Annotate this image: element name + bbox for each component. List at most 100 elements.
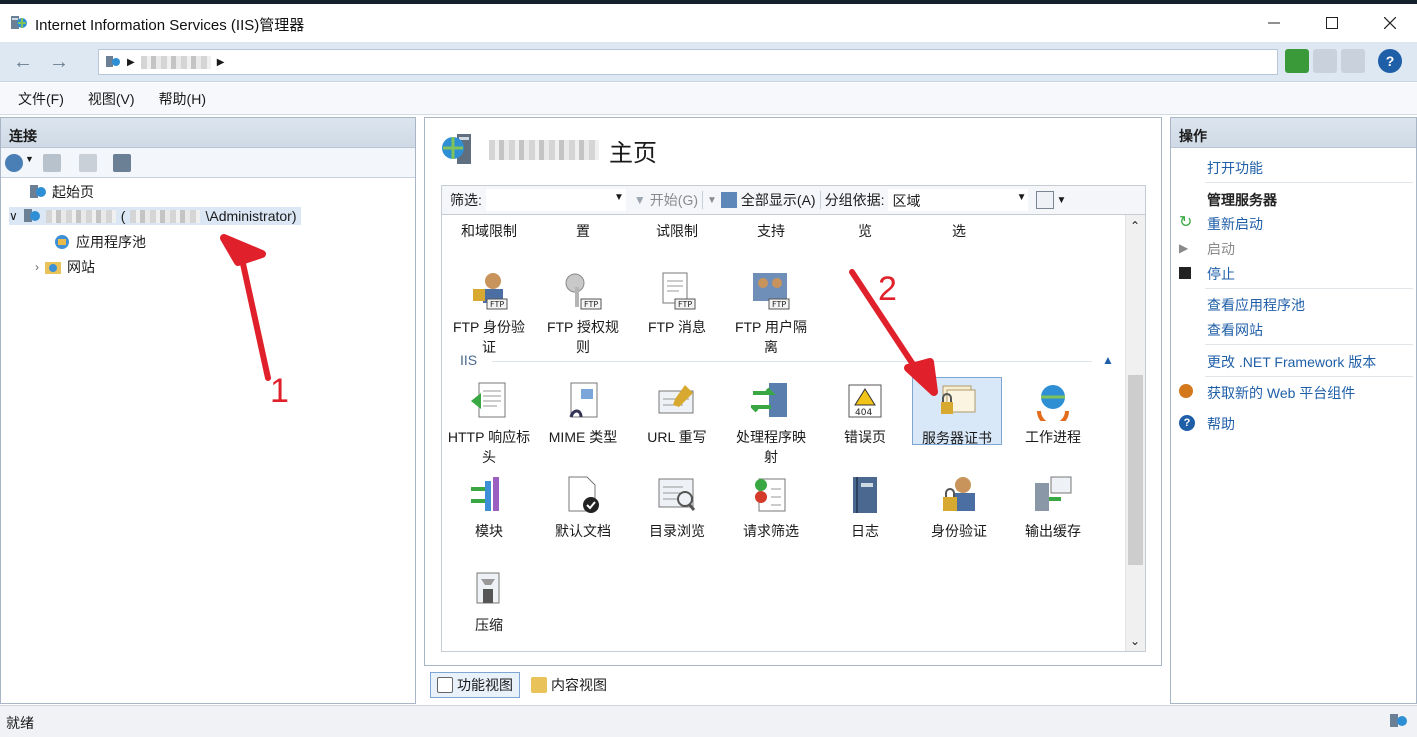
start-filter-button[interactable]: 开始(G) [650,190,698,210]
chevron-down-icon[interactable]: ▼ [25,154,34,172]
feature-url-rewrite[interactable]: URL 重写 [632,381,722,447]
view-mode-icon[interactable] [1036,191,1055,209]
feature-ftp-ssl[interactable]: 置 [538,221,628,241]
action-get-web-components[interactable]: 获取新的 Web 平台组件 [1207,383,1355,403]
chevron-down-icon[interactable]: ▼ [614,192,624,203]
vertical-scrollbar[interactable]: ⌃ ⌄ [1125,215,1145,651]
action-view-sites[interactable]: 查看网站 [1207,320,1263,340]
chevron-right-icon[interactable]: ▶ [127,57,135,68]
stop-icon[interactable] [1313,49,1337,73]
feature-ip-restrictions[interactable]: 和域限制 [444,221,534,241]
menu-file[interactable]: 文件(F) [18,89,64,109]
app-pool-icon [55,235,69,249]
feature-label: 请求筛选 [743,523,799,539]
status-bar: 就绪 [0,705,1417,737]
feature-modules[interactable]: 模块 [444,475,534,541]
minimize-button[interactable] [1246,4,1302,42]
feature-ftp-logon-attempt[interactable]: 试限制 [632,221,722,241]
feature-logging[interactable]: 日志 [820,475,910,541]
tree-item-sites[interactable]: › 网站 [35,257,95,277]
feature-handler-mappings[interactable]: 处理程序映射 [726,381,816,467]
connect-globe-icon[interactable] [5,154,23,172]
authentication-icon [939,475,979,515]
feature-request-filtering[interactable]: 请求筛选 [726,475,816,541]
tab-features-view[interactable]: 功能视图 [430,672,520,698]
feature-output-caching[interactable]: 输出缓存 [1008,475,1098,541]
output-caching-icon [1033,475,1073,515]
feature-ftp-authorization[interactable]: FTP FTP 授权规则 [538,271,628,357]
server-certificates-icon [937,382,977,422]
action-open-feature[interactable]: 打开功能 [1207,158,1263,178]
disconnect-icon[interactable] [113,154,131,172]
feature-label: 试限制 [656,223,698,239]
chevron-down-icon[interactable]: ▼ [1056,195,1066,206]
feature-label: FTP 用户隔 [734,319,808,335]
funnel-icon[interactable]: ▼ [634,193,646,207]
maximize-button[interactable] [1304,4,1360,42]
feature-worker-processes[interactable]: 工作进程 [1008,381,1098,447]
feature-directory-browsing[interactable]: 目录浏览 [632,475,722,541]
feature-ftp-messages[interactable]: FTP FTP 消息 [632,271,722,337]
chevron-right-icon[interactable]: ▶ [217,57,225,68]
feature-default-document[interactable]: 默认文档 [538,475,628,541]
svg-text:FTP: FTP [584,300,598,309]
feature-label: 目录浏览 [649,523,705,539]
back-arrow-icon[interactable]: ← [8,49,38,75]
action-start[interactable]: 启动 [1207,239,1235,259]
feature-ftp-request-filter[interactable]: 选 [914,221,1004,241]
tree-item-server[interactable]: ∨ ( \Administrator) [9,207,301,225]
chevron-down-icon[interactable]: ▼ [707,195,717,206]
feature-ftp-directory-browse[interactable]: 览 [820,221,910,241]
feature-ftp-firewall[interactable]: 支持 [726,221,816,241]
scrollbar-thumb[interactable] [1128,375,1143,565]
tree-label: 网站 [67,259,95,275]
tree-item-app-pools[interactable]: 应用程序池 [53,232,146,252]
home-icon[interactable] [1341,49,1365,73]
feature-error-pages[interactable]: 404 错误页 [820,381,910,447]
show-all-button[interactable]: 全部显示(A) [741,190,816,210]
feature-ftp-authentication[interactable]: FTP FTP 身份验证 [444,271,534,357]
refresh-icon[interactable] [1285,49,1309,73]
feature-label: 离 [764,339,778,355]
menu-view[interactable]: 视图(V) [88,89,135,109]
tree-label: 起始页 [52,184,94,200]
feature-server-certificates[interactable]: 服务器证书 [912,377,1002,446]
server-globe-icon [106,56,120,67]
feature-ftp-user-isolation[interactable]: FTP FTP 用户隔离 [726,271,816,357]
save-icon[interactable] [43,154,61,172]
chevron-down-icon[interactable]: ∨ [9,209,18,223]
chevron-up-icon[interactable]: ⌃ [1130,219,1140,233]
tree-item-start-page[interactable]: 起始页 [29,182,94,202]
chevron-down-icon[interactable]: ▼ [1017,192,1027,203]
feature-compression[interactable]: 压缩 [444,569,534,635]
status-text: 就绪 [6,715,34,731]
feature-authentication[interactable]: 身份验证 [914,475,1004,541]
menu-help[interactable]: 帮助(H) [159,89,206,109]
group-by-select[interactable]: 区域 ▼ [888,189,1029,211]
feature-label: URL 重写 [647,429,707,445]
close-button[interactable] [1362,4,1417,42]
tab-content-view[interactable]: 内容视图 [524,672,614,698]
action-change-net-framework[interactable]: 更改 .NET Framework 版本 [1207,352,1376,372]
start-page-icon [30,185,46,198]
feature-mime-types[interactable]: MIME 类型 [538,381,628,447]
feature-label: MIME 类型 [548,429,618,445]
chevron-down-icon[interactable]: ⌄ [1130,634,1140,648]
action-view-app-pools[interactable]: 查看应用程序池 [1207,295,1305,315]
forward-arrow-icon[interactable]: → [44,49,74,75]
chevron-right-icon[interactable]: › [35,260,39,274]
actions-panel: 操作 打开功能 管理服务器 ↻ 重新启动 ▶ 启动 停止 查看应用程序池 查看网… [1170,117,1417,704]
help-icon: ? [1179,415,1195,431]
section-iis-header: IIS [460,352,478,368]
action-help[interactable]: 帮助 [1207,414,1235,434]
filter-input[interactable]: ▼ [485,189,626,211]
action-restart[interactable]: 重新启动 [1207,214,1263,234]
feature-http-response-headers[interactable]: HTTP 响应标头 [444,381,534,467]
action-stop[interactable]: 停止 [1207,264,1235,284]
up-folder-icon[interactable] [79,154,97,172]
annotation-label-2: 2 [878,270,897,308]
separator [1205,344,1413,345]
address-path[interactable]: ▶ ▶ [98,49,1278,75]
help-icon[interactable]: ? [1378,49,1402,73]
collapse-section-icon[interactable]: ▲ [1102,353,1114,367]
